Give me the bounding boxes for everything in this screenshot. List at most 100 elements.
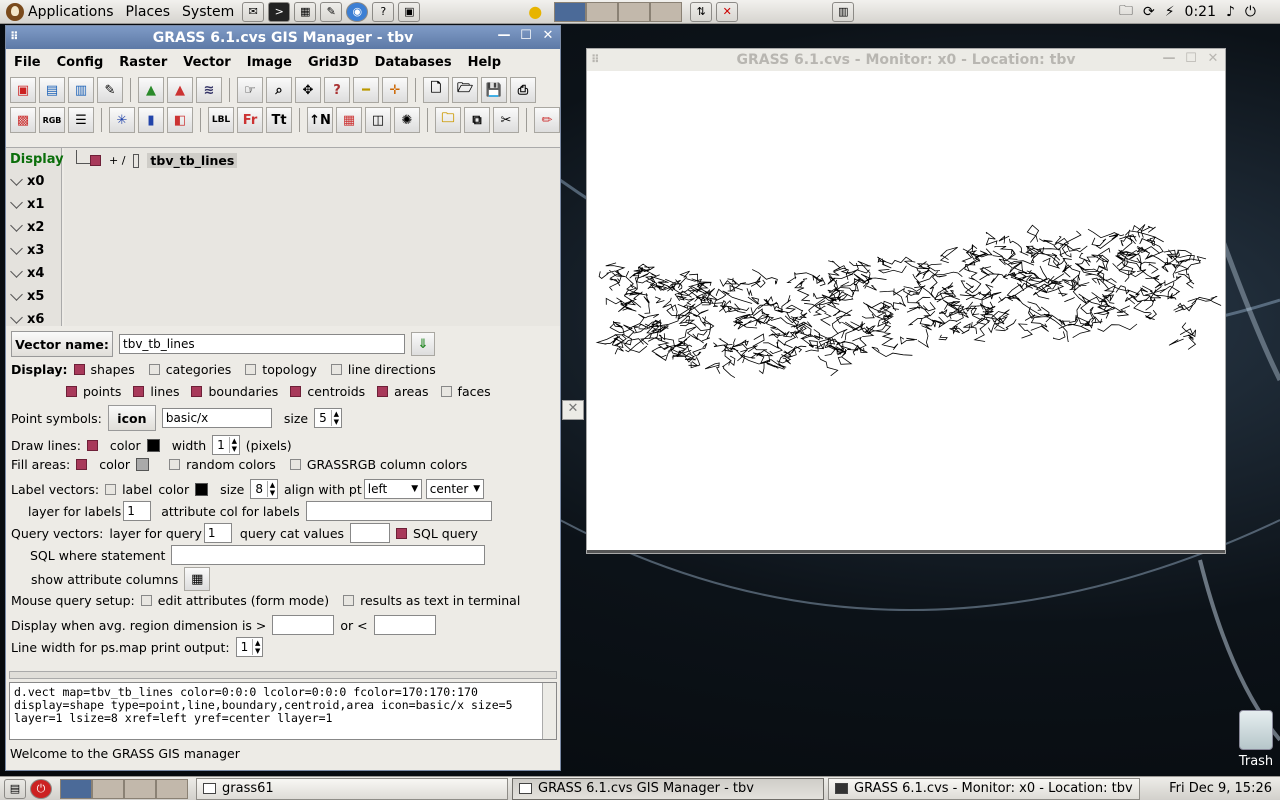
fill-areas-checkbox[interactable]: [76, 459, 88, 470]
spinner-arrows-icon[interactable]: ▲ ▼: [228, 437, 239, 453]
close-icon[interactable]: ✕: [540, 28, 556, 44]
menu-raster[interactable]: Raster: [111, 55, 175, 70]
rgb-his-icon[interactable]: RGB: [39, 107, 65, 133]
workspace-1[interactable]: [554, 1, 587, 22]
add-vector-icon[interactable]: ▲: [167, 77, 193, 103]
text-icon[interactable]: Tt: [266, 107, 292, 133]
menu-config[interactable]: Config: [49, 55, 112, 70]
chart-icon[interactable]: ▮: [138, 107, 164, 133]
max-region-input[interactable]: [373, 615, 436, 635]
query-layer-input[interactable]: [203, 523, 232, 543]
frame-icon[interactable]: ◫: [365, 107, 391, 133]
maximize-icon[interactable]: ☐: [1183, 51, 1199, 67]
zoom-menu-icon[interactable]: ✛: [382, 77, 408, 103]
line-directions-checkbox[interactable]: [330, 364, 342, 375]
task-gis-manager[interactable]: GRASS 6.1.cvs GIS Manager - tbv: [512, 777, 824, 800]
monitor-x0[interactable]: x0: [6, 170, 61, 193]
lines-checkbox[interactable]: [133, 386, 145, 397]
attribute-table-icon[interactable]: ▦: [184, 567, 211, 591]
menu-vector[interactable]: Vector: [175, 55, 238, 70]
fill-color-swatch[interactable]: [136, 458, 150, 471]
display-all-icon[interactable]: ▥: [68, 77, 94, 103]
zoom-icon[interactable]: ⌕: [266, 77, 292, 103]
align-vertical-select[interactable]: center ▼: [425, 479, 484, 499]
monitor-x1[interactable]: x1: [6, 193, 61, 216]
new-file-icon[interactable]: 🗋: [423, 77, 449, 103]
workspace-1-bottom[interactable]: [60, 778, 92, 799]
sql-where-input[interactable]: [171, 545, 486, 565]
add-group-icon[interactable]: ≋: [196, 77, 222, 103]
window-titlebar[interactable]: ⠿ GRASS 6.1.cvs GIS Manager - tbv — ☐ ✕: [6, 26, 560, 49]
window-menu-icon[interactable]: ⠿: [591, 53, 600, 66]
minimize-icon[interactable]: —: [496, 28, 512, 44]
spinner-arrows-icon[interactable]: ▲ ▼: [330, 410, 341, 426]
spinner-arrows-icon[interactable]: ▲ ▼: [252, 639, 262, 655]
volume-icon[interactable]: ♪: [1226, 4, 1235, 20]
places-menu[interactable]: Places: [120, 0, 177, 24]
edit-attributes-checkbox[interactable]: [140, 595, 152, 606]
logout-icon[interactable]: ⏻: [30, 778, 52, 799]
network-icon[interactable]: ⇅: [690, 1, 713, 22]
digitize-icon[interactable]: ✎: [97, 77, 123, 103]
icon-button[interactable]: icon: [107, 405, 156, 431]
monitor-x3[interactable]: x3: [6, 239, 61, 262]
ps-width-spinner[interactable]: 1 ▲ ▼: [235, 637, 264, 657]
workspace-4[interactable]: [650, 1, 683, 22]
minimize-icon[interactable]: —: [1161, 51, 1177, 67]
categories-checkbox[interactable]: [148, 364, 160, 375]
monitor-applet-icon[interactable]: ▥: [832, 1, 855, 22]
text-layer-icon[interactable]: Fr: [237, 107, 263, 133]
monitor-x4[interactable]: x4: [6, 262, 61, 285]
label-color-swatch[interactable]: [195, 482, 209, 496]
centroids-checkbox[interactable]: [290, 386, 302, 397]
help-icon[interactable]: ?: [372, 1, 395, 22]
disconnect-icon[interactable]: ✕: [716, 1, 739, 22]
workspace-2-bottom[interactable]: [92, 778, 124, 799]
close-icon[interactable]: ✕: [1205, 51, 1221, 67]
monitor-x5[interactable]: x5: [6, 285, 61, 308]
command-output[interactable]: d.vect map=tbv_tb_lines color=0:0:0 lcol…: [9, 682, 557, 740]
workspace-3[interactable]: [618, 1, 651, 22]
monitor-titlebar[interactable]: ⠿ GRASS 6.1.cvs - Monitor: x0 - Location…: [587, 49, 1225, 71]
raster-layer-icon[interactable]: ▩: [10, 107, 36, 133]
line-color-swatch[interactable]: [146, 438, 160, 452]
measure-icon[interactable]: ━: [353, 77, 379, 103]
workspace-3-bottom[interactable]: [124, 778, 156, 799]
panel-clock[interactable]: 0:21: [1185, 4, 1216, 20]
window-menu-icon[interactable]: ⠿: [10, 30, 19, 43]
random-colors-checkbox[interactable]: [169, 459, 181, 470]
grassrgb-checkbox[interactable]: [289, 459, 301, 470]
menu-grid3d[interactable]: Grid3D: [300, 55, 367, 70]
calculator-icon[interactable]: ▦: [294, 1, 317, 22]
pointer-icon[interactable]: ☞: [237, 77, 263, 103]
add-raster-icon[interactable]: ▲: [138, 77, 164, 103]
show-desktop-icon[interactable]: ▤: [4, 778, 26, 799]
vector-name-input[interactable]: [119, 334, 405, 354]
cut-layer-icon[interactable]: ✂: [493, 107, 519, 133]
grid-icon[interactable]: ▦: [336, 107, 362, 133]
draw-lines-checkbox[interactable]: [86, 439, 98, 451]
shapes-checkbox[interactable]: [73, 364, 85, 375]
vector-name-button[interactable]: Vector name:: [11, 331, 113, 357]
menu-file[interactable]: File: [6, 55, 49, 70]
print-icon[interactable]: ⎙: [510, 77, 536, 103]
task-terminal[interactable]: grass61: [196, 777, 508, 800]
side-close-icon[interactable]: ✕: [562, 400, 584, 420]
align-horizontal-select[interactable]: left ▼: [363, 479, 422, 499]
areas-checkbox[interactable]: [377, 386, 389, 397]
query-icon[interactable]: ?: [324, 77, 350, 103]
query-cat-input[interactable]: [350, 523, 391, 543]
attr-col-input[interactable]: [305, 501, 492, 521]
faces-checkbox[interactable]: [440, 386, 452, 397]
boundaries-checkbox[interactable]: [191, 386, 203, 397]
results-text-checkbox[interactable]: [343, 595, 355, 606]
legend-icon[interactable]: ☰: [68, 107, 94, 133]
command-icon[interactable]: ✺: [394, 107, 420, 133]
save-icon[interactable]: 💾: [481, 77, 507, 103]
task-monitor[interactable]: GRASS 6.1.cvs - Monitor: x0 - Location: …: [828, 777, 1140, 800]
system-menu[interactable]: System: [176, 0, 240, 24]
pan-icon[interactable]: ✥: [295, 77, 321, 103]
maximize-icon[interactable]: ☐: [518, 28, 534, 44]
line-width-spinner[interactable]: 1 ▲ ▼: [212, 435, 240, 455]
text-editor-icon[interactable]: ✎: [320, 1, 343, 22]
